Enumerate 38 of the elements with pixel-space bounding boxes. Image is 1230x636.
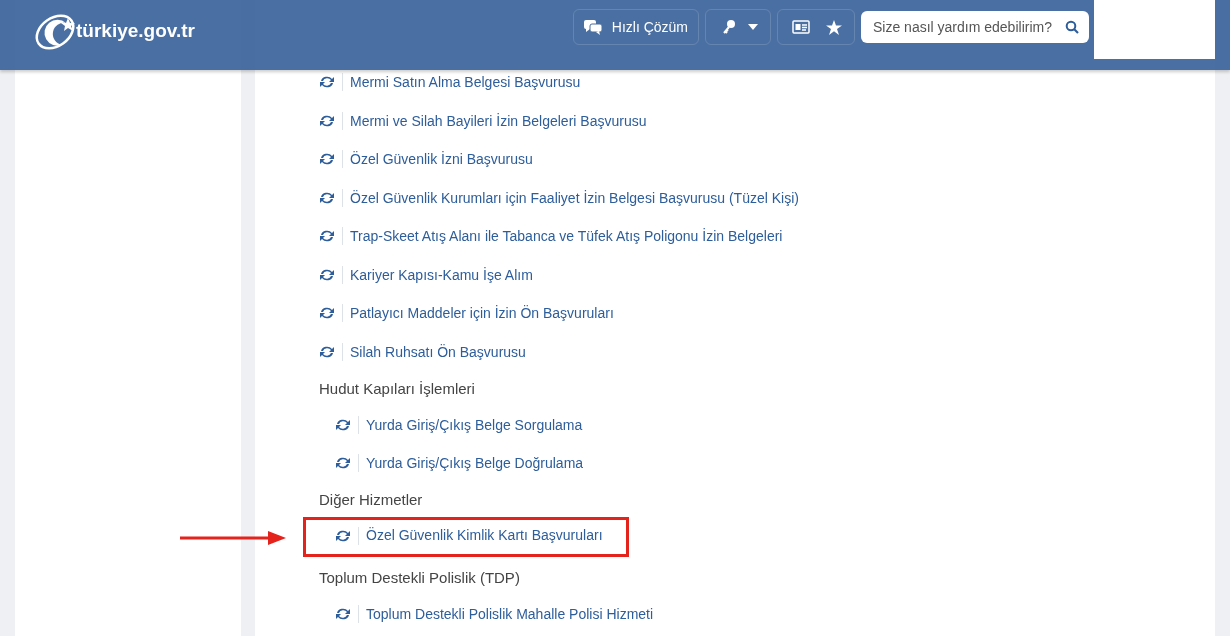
star-icon bbox=[826, 19, 842, 35]
refresh-icon bbox=[335, 607, 351, 621]
key-dropdown-button[interactable] bbox=[705, 9, 771, 45]
service-link[interactable]: Özel Güvenlik İzni Başvurusu bbox=[350, 151, 533, 168]
service-link[interactable]: Silah Ruhsatı Ön Başvurusu bbox=[350, 343, 526, 360]
refresh-icon bbox=[319, 113, 335, 128]
refresh-icon bbox=[335, 456, 351, 470]
service-link[interactable]: Toplum Destekli Polislik Mahalle Polisi Hizmeti bbox=[366, 606, 654, 622]
service-link[interactable]: Kariyer Kapısı-Kamu İşe Alım bbox=[350, 266, 533, 283]
key-icon bbox=[722, 19, 736, 35]
service-link[interactable]: Mermi ve Silah Bayileri İzin Belgeleri Başvurusu bbox=[350, 112, 647, 129]
refresh-icon bbox=[335, 529, 351, 543]
service-link[interactable]: Patlayıcı Maddeler için İzin Ön Başvuruları bbox=[350, 305, 614, 322]
site-logo-text[interactable]: türkiye.gov.tr bbox=[76, 20, 195, 42]
refresh-icon bbox=[319, 344, 335, 359]
category-heading: Toplum Destekli Polislik (TDP) bbox=[319, 568, 521, 588]
refresh-icon bbox=[319, 267, 335, 282]
search-icon bbox=[1065, 20, 1079, 34]
service-link[interactable]: Özel Güvenlik Kurumları için Faaliyet İzin Belgesi Başvurusu (Tüzel Kişi) bbox=[350, 189, 799, 206]
search-field[interactable]: Size nasıl yardım edebilirim? bbox=[861, 11, 1089, 43]
refresh-icon bbox=[319, 75, 335, 90]
refresh-icon bbox=[319, 306, 335, 321]
service-link[interactable]: Trap-Skeet Atış Alanı ile Tabanca ve Tüfek Atış Poligonu İzin Belgeleri bbox=[350, 228, 783, 245]
service-link[interactable]: Yurda Giriş/Çıkış Belge Sorgulama bbox=[366, 417, 583, 433]
id-card-button[interactable] bbox=[777, 9, 855, 45]
category-heading: Diğer Hizmetler bbox=[319, 490, 424, 510]
refresh-icon bbox=[319, 229, 335, 244]
refresh-icon bbox=[319, 152, 335, 167]
service-link[interactable]: Mermi Satın Alma Belgesi Başvurusu bbox=[350, 74, 581, 91]
service-link[interactable]: Özel Güvenlik Kimlik Kartı Başvuruları bbox=[366, 527, 603, 543]
refresh-icon bbox=[319, 190, 335, 205]
chat-bubbles-icon bbox=[583, 19, 602, 35]
category-heading: Hudut Kapıları İşlemleri bbox=[319, 379, 476, 399]
id-card-icon bbox=[792, 20, 810, 34]
service-link[interactable]: Yurda Giriş/Çıkış Belge Doğrulama bbox=[366, 455, 584, 471]
quick-solution-button[interactable]: Hızlı Çözüm bbox=[572, 9, 699, 45]
caret-icon bbox=[748, 24, 758, 30]
refresh-icon bbox=[335, 418, 351, 432]
